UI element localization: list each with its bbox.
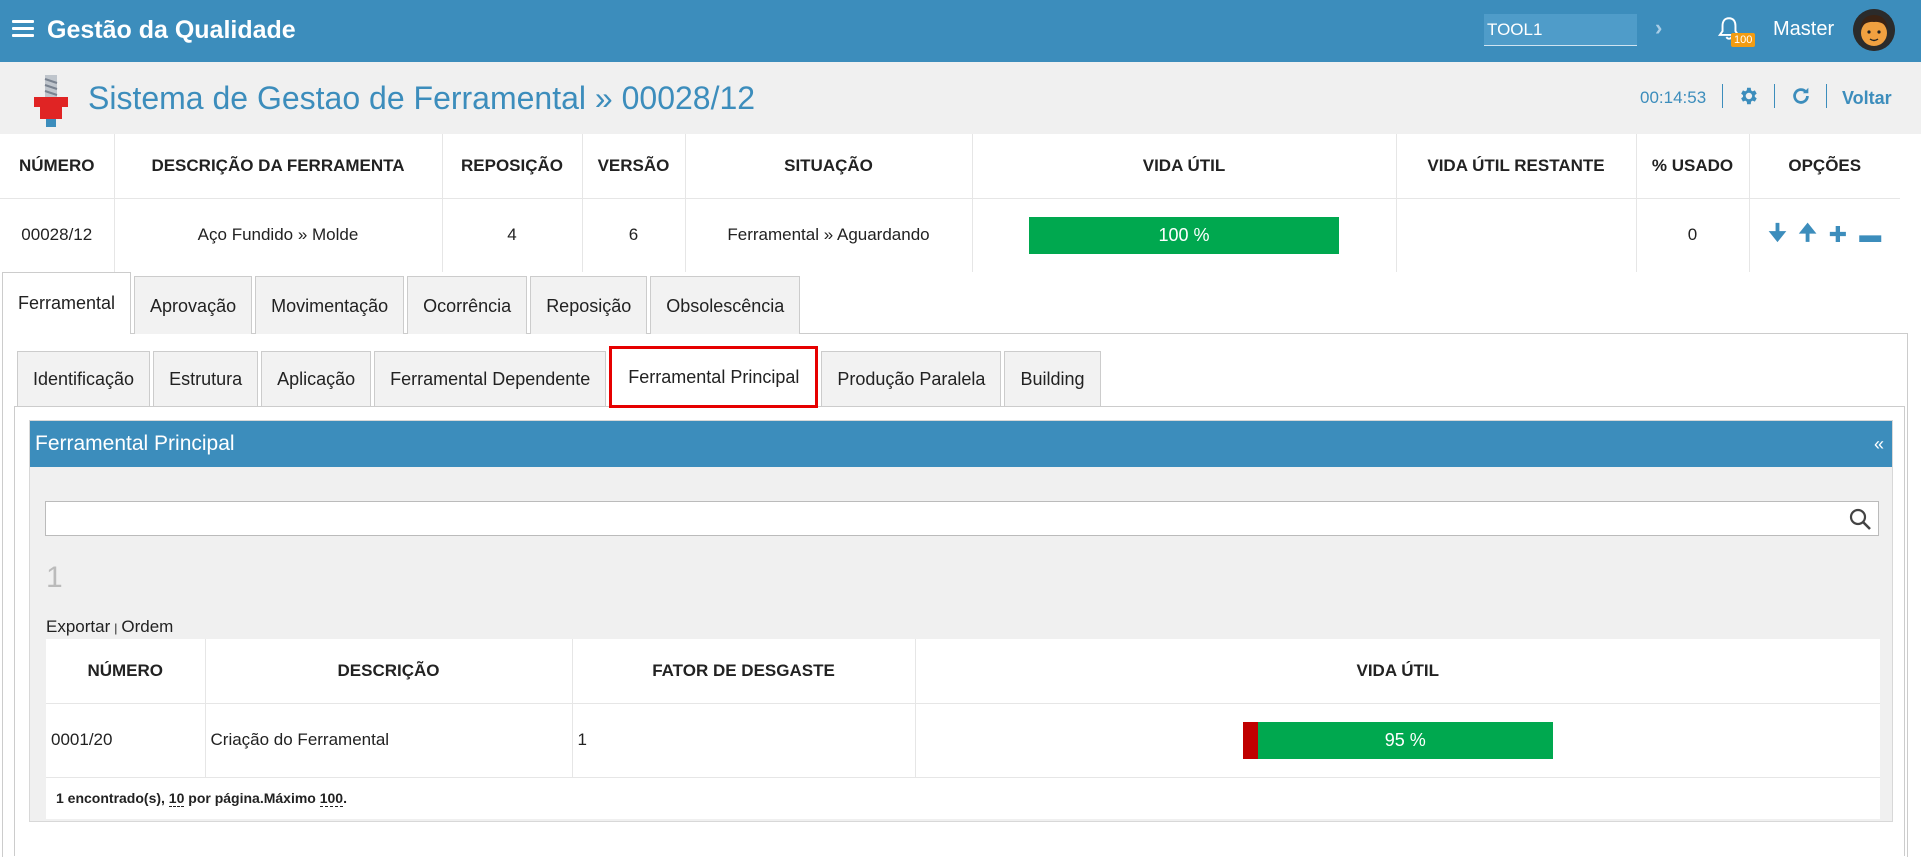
- col-reposicao: REPOSIÇÃO: [442, 134, 583, 198]
- col-usado: % USADO: [1636, 134, 1750, 198]
- tool-input[interactable]: [1484, 14, 1637, 46]
- tab-reposicao[interactable]: Reposição: [530, 276, 648, 334]
- table-header-row: NÚMERO DESCRIÇÃO DA FERRAMENTA REPOSIÇÃO…: [0, 134, 1900, 198]
- outer-tab-bar: Ferramental Aprovação Movimentação Ocorr…: [2, 272, 803, 334]
- pagination-info: 1 encontrado(s), 10 por página.Máximo 10…: [46, 776, 1880, 819]
- back-link[interactable]: Voltar: [1842, 88, 1892, 109]
- col-fator-desgaste: FATOR DE DESGASTE: [572, 639, 916, 703]
- cell-reposicao: 4: [442, 197, 583, 272]
- cell-versao: 6: [582, 197, 686, 272]
- minus-icon[interactable]: ▬: [1859, 222, 1881, 248]
- tab-estrutura[interactable]: Estrutura: [153, 351, 259, 406]
- cell-descricao: Criação do Ferramental: [205, 702, 573, 777]
- box-title: Ferramental Principal: [35, 432, 235, 455]
- grid-footer-row: 1 encontrado(s), 10 por página.Máximo 10…: [46, 776, 1880, 819]
- tab-movimentacao[interactable]: Movimentação: [255, 276, 405, 334]
- cell-descricao: Aço Fundido » Molde: [114, 197, 443, 272]
- max-selector[interactable]: 100: [319, 790, 344, 808]
- cell-numero: 00028/12: [0, 197, 115, 272]
- col-opcoes: OPÇÕES: [1788, 155, 1862, 175]
- tab-aprovacao[interactable]: Aprovação: [134, 276, 253, 334]
- app-title[interactable]: Gestão da Qualidade: [47, 16, 296, 45]
- worn-segment: [1242, 721, 1258, 759]
- cell-numero: 0001/20: [46, 702, 206, 777]
- per-page-text: por página.Máximo: [184, 790, 320, 807]
- box-header: Ferramental Principal «: [30, 421, 1892, 467]
- tab-producao-paralela[interactable]: Produção Paralela: [821, 351, 1002, 406]
- ferramental-principal-box: Ferramental Principal « 1 Exportar | Ordem…: [29, 420, 1893, 822]
- life-progress-bar: 95 %: [1242, 721, 1553, 759]
- page-title: Sistema de Gestao de Ferramental » 00028…: [88, 80, 756, 116]
- cell-vida-util-restante: [1396, 197, 1637, 272]
- search-icon[interactable]: [1848, 507, 1872, 531]
- search-input[interactable]: [46, 502, 1836, 535]
- export-order-links: Exportar | Ordem: [46, 617, 174, 636]
- cell-opcoes: 🠋 🠉 ✚ ▬: [1749, 197, 1900, 272]
- user-avatar[interactable]: [1853, 9, 1895, 51]
- data-grid: NÚMERO DESCRIÇÃO FATOR DE DESGASTE VIDA …: [46, 639, 1880, 819]
- col-vida-util: VIDA ÚTIL: [972, 134, 1397, 198]
- tab-aplicacao[interactable]: Aplicação: [261, 351, 372, 406]
- collapse-icon[interactable]: «: [1874, 421, 1884, 467]
- page-header: Sistema de Gestao de Ferramental » 00028…: [0, 62, 1921, 134]
- col-numero: NÚMERO: [0, 134, 115, 198]
- tab-obsolescencia[interactable]: Obsolescência: [650, 276, 801, 334]
- top-navbar: Gestão da Qualidade › 100 Master: [0, 0, 1921, 62]
- cell-usado: 0: [1636, 197, 1750, 272]
- hamburger-menu-icon[interactable]: [12, 20, 34, 38]
- user-name[interactable]: Master: [1773, 18, 1834, 41]
- col-vida-util-restante: VIDA ÚTIL RESTANTE: [1396, 134, 1637, 198]
- tab-ocorrencia[interactable]: Ocorrência: [407, 276, 528, 334]
- cell-situacao: Ferramental » Aguardando: [685, 197, 973, 272]
- table-row: 00028/12 Aço Fundido » Molde 4 6 Ferrame…: [0, 197, 1900, 272]
- cell-vida-util: 100 %: [972, 197, 1397, 272]
- refresh-icon[interactable]: [1790, 85, 1812, 107]
- col-versao: VERSÃO: [582, 134, 686, 198]
- tab-building[interactable]: Building: [1004, 351, 1101, 406]
- divider: [1774, 84, 1775, 108]
- tab-ferramental[interactable]: Ferramental: [2, 272, 132, 334]
- gear-icon[interactable]: [1737, 85, 1759, 107]
- chevron-right-icon[interactable]: ›: [1655, 15, 1662, 41]
- tool-summary-table: NÚMERO DESCRIÇÃO DA FERRAMENTA REPOSIÇÃO…: [0, 134, 1900, 272]
- divider: [1722, 84, 1723, 108]
- page-number[interactable]: 1: [46, 561, 63, 595]
- per-page-selector[interactable]: 10: [168, 790, 185, 808]
- inner-tab-bar: Identificação Estrutura Aplicação Ferram…: [17, 346, 1104, 408]
- notification-badge: 100: [1731, 33, 1756, 47]
- tab-ferramental-principal[interactable]: Ferramental Principal: [609, 346, 819, 408]
- col-descricao: DESCRIÇÃO: [205, 639, 573, 703]
- grid-header-row: NÚMERO DESCRIÇÃO FATOR DE DESGASTE VIDA …: [46, 639, 1880, 703]
- found-count: 1 encontrado(s),: [56, 790, 169, 807]
- cell-fator: 1: [572, 702, 916, 777]
- export-link[interactable]: Exportar: [46, 617, 110, 636]
- col-vida-util: VIDA ÚTIL: [1356, 660, 1439, 680]
- col-descricao: DESCRIÇÃO DA FERRAMENTA: [114, 134, 443, 198]
- tool-logo-icon: [34, 75, 68, 127]
- order-link[interactable]: Ordem: [121, 617, 173, 636]
- plus-icon[interactable]: ✚: [1829, 222, 1847, 248]
- search-box: [45, 501, 1879, 536]
- arrow-up-icon[interactable]: 🠉: [1799, 216, 1817, 254]
- cell-vida-util: 95 %: [915, 702, 1880, 777]
- divider: [1826, 84, 1827, 108]
- arrow-down-icon[interactable]: 🠋: [1768, 216, 1786, 254]
- session-timer: 00:14:53: [1640, 88, 1707, 107]
- tab-identificacao[interactable]: Identificação: [17, 351, 151, 406]
- col-situacao: SITUAÇÃO: [685, 134, 973, 198]
- life-progress-bar: 100 %: [1029, 216, 1339, 254]
- footer-end: .: [343, 790, 347, 807]
- col-numero: NÚMERO: [46, 639, 206, 703]
- table-row[interactable]: 0001/20 Criação do Ferramental 1 95 %: [46, 702, 1880, 777]
- remaining-segment: 95 %: [1257, 721, 1553, 759]
- tab-ferramental-dependente[interactable]: Ferramental Dependente: [374, 351, 607, 406]
